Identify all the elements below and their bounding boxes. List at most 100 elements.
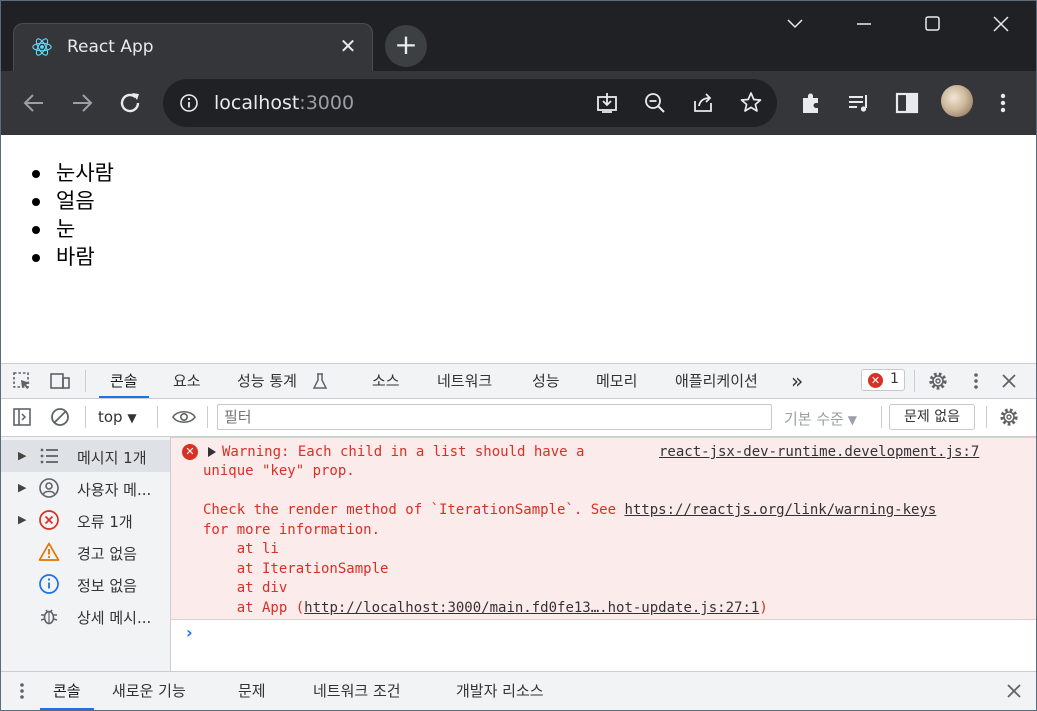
divider: [207, 406, 208, 428]
react-logo-icon: [32, 38, 52, 56]
error-icon: ✕: [182, 444, 198, 460]
maximize-icon[interactable]: [915, 9, 949, 39]
tab-sources[interactable]: 소스: [372, 364, 400, 398]
device-toolbar-icon[interactable]: [49, 370, 71, 392]
drawer-tab-issues[interactable]: 문제: [238, 672, 266, 710]
docs-link[interactable]: https://reactjs.org/link/warning-keys: [624, 502, 936, 518]
settings-gear-icon[interactable]: [927, 370, 949, 392]
title-bar: React App ✕ +: [1, 1, 1036, 71]
divider: [881, 406, 882, 428]
zoom-out-icon[interactable]: [641, 89, 669, 117]
console-sidebar: ▶ 메시지 1개 ▶ 사용자 메... ▶ 오류 1개 경고 없음 정보 없음 …: [1, 437, 171, 671]
sidebar-item-messages[interactable]: ▶ 메시지 1개: [1, 440, 170, 472]
error-icon: ✕: [868, 373, 883, 388]
browser-window: React App ✕ + localhost:3000 눈사람 얼음 눈 바람…: [0, 0, 1037, 711]
list-item: 얼음: [29, 187, 114, 215]
tab-performance[interactable]: 성능: [532, 364, 560, 398]
list-item: 눈: [29, 215, 114, 243]
context-selector[interactable]: top ▼: [98, 408, 137, 426]
drawer-tab-whats-new[interactable]: 새로운 기능: [112, 672, 186, 710]
tab-network[interactable]: 네트워크: [437, 364, 492, 398]
list-icon: [40, 448, 58, 464]
sidebar-toggle-icon[interactable]: [11, 406, 33, 428]
devtools-menu-icon[interactable]: [965, 370, 987, 392]
url-text[interactable]: localhost:3000: [214, 92, 354, 114]
drawer-tab-console[interactable]: 콘솔: [40, 672, 94, 710]
browser-toolbar: localhost:3000: [1, 71, 1036, 135]
inspect-element-icon[interactable]: [11, 370, 33, 392]
sidebar-item-errors[interactable]: ▶ 오류 1개: [1, 504, 170, 536]
more-menu-icon[interactable]: [989, 89, 1017, 117]
back-icon[interactable]: [20, 89, 48, 117]
extensions-puzzle-icon[interactable]: [797, 89, 825, 117]
share-icon[interactable]: [689, 89, 717, 117]
tab-title: React App: [67, 37, 154, 57]
flask-icon: [312, 373, 328, 389]
bookmark-star-icon[interactable]: [737, 89, 765, 117]
drawer-tab-developer-resources[interactable]: 개발자 리소스: [456, 672, 544, 710]
drawer-tab-network-conditions[interactable]: 네트워크 조건: [313, 672, 401, 710]
info-icon: [39, 574, 59, 594]
expand-arrow-icon[interactable]: ▶: [18, 481, 26, 494]
source-link[interactable]: react-jsx-dev-runtime.development.js:7: [659, 444, 979, 460]
install-app-icon[interactable]: [593, 89, 621, 117]
expand-arrow-icon[interactable]: ▶: [18, 449, 26, 462]
close-window-icon[interactable]: [984, 9, 1018, 39]
profile-avatar[interactable]: [941, 85, 973, 117]
close-drawer-icon[interactable]: [1003, 680, 1025, 702]
console-prompt[interactable]: ›: [186, 623, 193, 642]
bug-icon: [40, 609, 58, 625]
console-output: ✕ Warning: Each child in a list should h…: [171, 437, 1036, 671]
error-message[interactable]: ✕ Warning: Each child in a list should h…: [171, 437, 1036, 620]
console-settings-icon[interactable]: [998, 406, 1020, 428]
minimize-icon[interactable]: [847, 9, 881, 39]
divider: [85, 370, 86, 392]
tab-performance-insights[interactable]: 성능 통계: [237, 364, 297, 398]
address-bar[interactable]: localhost:3000: [163, 79, 777, 127]
issues-button[interactable]: 문제 없음: [889, 404, 975, 430]
list-item: 눈사람: [29, 159, 114, 187]
sidebar-item-user-messages[interactable]: ▶ 사용자 메...: [1, 472, 170, 504]
forward-icon[interactable]: [68, 89, 96, 117]
error-count-badge[interactable]: ✕ 1: [861, 369, 905, 391]
sidebar-item-info[interactable]: 정보 없음: [1, 568, 170, 600]
stack-source-link[interactable]: http://localhost:3000/main.fd0fe13….hot-…: [304, 600, 759, 616]
tab-elements[interactable]: 요소: [173, 364, 201, 398]
close-devtools-icon[interactable]: [998, 370, 1020, 392]
devtools-tab-bar: 콘솔 요소 성능 통계 소스 네트워크 성능 메모리 애플리케이션 » ✕ 1: [1, 364, 1036, 399]
tab-console[interactable]: 콘솔: [99, 364, 149, 398]
devtools-drawer: 콘솔 새로운 기능 문제 네트워크 조건 개발자 리소스: [1, 671, 1036, 710]
devtools-panel: 콘솔 요소 성능 통계 소스 네트워크 성능 메모리 애플리케이션 » ✕ 1: [1, 363, 1036, 710]
log-level-dropdown[interactable]: 기본 수준 ▼: [784, 408, 857, 429]
item-list: 눈사람 얼음 눈 바람: [29, 159, 114, 271]
tab-search-icon[interactable]: [778, 9, 812, 39]
console-filter-bar: top ▼ 기본 수준 ▼ 문제 없음: [1, 399, 1036, 437]
divider: [914, 370, 915, 392]
filter-input[interactable]: [217, 404, 772, 430]
tab-close-button[interactable]: ✕: [338, 36, 358, 56]
site-info-icon[interactable]: [179, 93, 199, 113]
reload-icon[interactable]: [116, 89, 144, 117]
sidebar-item-verbose[interactable]: 상세 메시...: [1, 600, 170, 632]
error-icon: [39, 510, 59, 530]
list-item: 바람: [29, 243, 114, 271]
user-icon: [39, 478, 59, 498]
expand-triangle-icon[interactable]: [208, 447, 216, 457]
side-panel-icon[interactable]: [893, 89, 921, 117]
warning-icon: [38, 542, 60, 561]
more-tabs-button[interactable]: »: [791, 364, 803, 398]
divider: [986, 406, 987, 428]
browser-tab[interactable]: React App ✕: [13, 23, 373, 71]
divider: [85, 406, 86, 428]
tab-memory[interactable]: 메모리: [596, 364, 637, 398]
page-content: 눈사람 얼음 눈 바람: [1, 135, 1036, 363]
media-queue-icon[interactable]: [845, 89, 873, 117]
live-expression-eye-icon[interactable]: [171, 406, 197, 428]
drawer-menu-icon[interactable]: [11, 680, 33, 702]
expand-arrow-icon[interactable]: ▶: [18, 513, 26, 526]
divider: [157, 406, 158, 428]
clear-console-icon[interactable]: [49, 406, 71, 428]
sidebar-item-warnings[interactable]: 경고 없음: [1, 536, 170, 568]
tab-application[interactable]: 애플리케이션: [675, 364, 758, 398]
new-tab-button[interactable]: +: [385, 25, 427, 67]
